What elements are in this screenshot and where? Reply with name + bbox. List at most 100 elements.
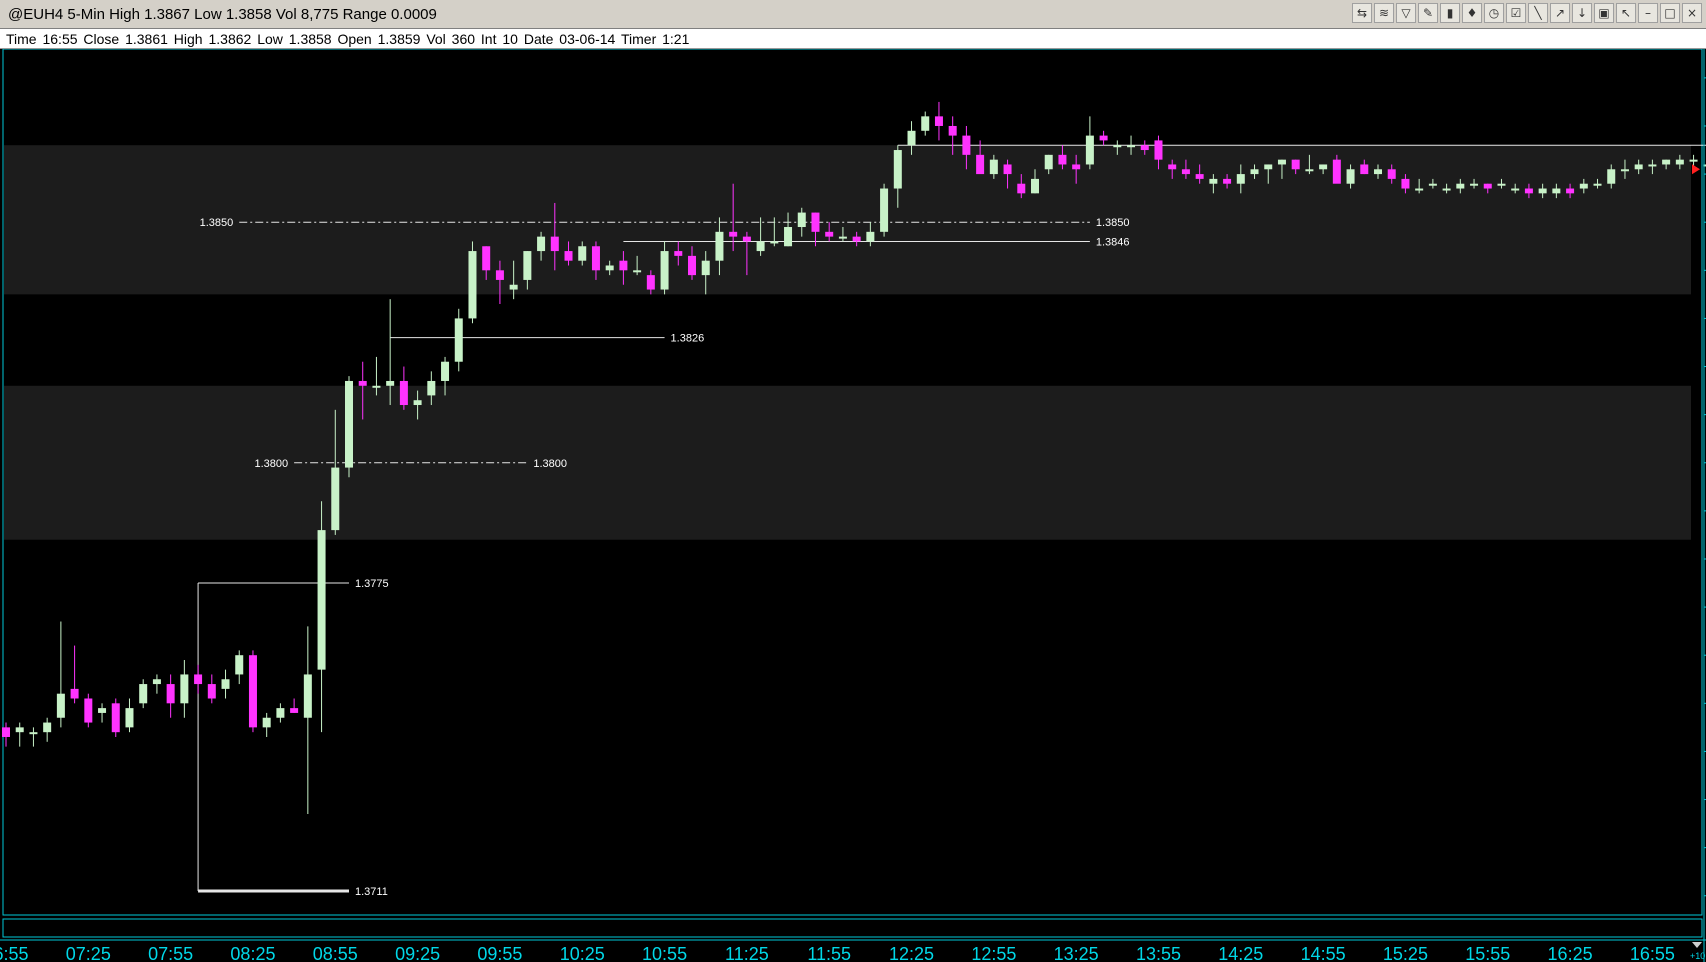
candle-body[interactable] (907, 130, 916, 146)
candle-body[interactable] (976, 154, 985, 175)
candle-body[interactable] (688, 255, 696, 276)
candle-body[interactable] (866, 231, 875, 242)
maximize-icon[interactable]: □ (1660, 3, 1680, 23)
candle-body[interactable] (1662, 159, 1671, 165)
candle-body[interactable] (633, 270, 642, 273)
candle-body[interactable] (811, 212, 820, 232)
cursor-icon[interactable]: ↖ (1616, 3, 1636, 23)
candle-body[interactable] (248, 655, 257, 728)
candle-body[interactable] (797, 212, 806, 228)
candle-body[interactable] (1401, 178, 1410, 189)
candle-body[interactable] (1511, 188, 1520, 191)
candle-body[interactable] (56, 693, 65, 718)
candle-body[interactable] (1607, 169, 1616, 184)
candle-body[interactable] (852, 236, 861, 242)
candle-body[interactable] (550, 236, 559, 252)
down-arrow-icon[interactable]: ↓ (1572, 3, 1592, 23)
candle-body[interactable] (523, 251, 532, 280)
candle-body[interactable] (674, 251, 683, 256)
checklist-icon[interactable]: ☑ (1506, 3, 1526, 23)
candle-body[interactable] (1017, 183, 1026, 194)
drawing-icon[interactable]: ≋ (1374, 3, 1394, 23)
candle-body[interactable] (1456, 183, 1465, 189)
candle-body[interactable] (1360, 164, 1369, 175)
candle-body[interactable] (509, 284, 518, 290)
candle-body[interactable] (125, 708, 134, 728)
pencil-icon[interactable]: ✎ (1418, 3, 1438, 23)
candle-body[interactable] (770, 241, 779, 244)
candle-body[interactable] (413, 400, 422, 406)
candle-body[interactable] (180, 674, 189, 704)
candle-body[interactable] (276, 708, 285, 718)
candle-body[interactable] (2, 727, 10, 737)
candle-body[interactable] (1223, 178, 1232, 184)
candle-body[interactable] (15, 727, 24, 733)
candle-body[interactable] (1058, 154, 1067, 165)
candle-body[interactable] (1072, 164, 1081, 170)
candle-body[interactable] (1483, 183, 1492, 189)
candle-body[interactable] (1332, 159, 1341, 184)
candle-body[interactable] (1154, 140, 1163, 160)
candle-body[interactable] (427, 380, 436, 396)
candle-body[interactable] (482, 246, 491, 271)
candle-body[interactable] (166, 684, 175, 704)
candle-body[interactable] (1374, 169, 1382, 175)
candle-body[interactable] (578, 246, 587, 261)
candlestick-icon[interactable]: ♦ (1462, 3, 1482, 23)
candle-body[interactable] (1634, 164, 1643, 170)
candle-body[interactable] (441, 361, 450, 381)
line-icon[interactable]: ╲ (1528, 3, 1548, 23)
candle-body[interactable] (331, 467, 340, 531)
candle-body[interactable] (701, 260, 710, 276)
candle-body[interactable] (1442, 188, 1451, 191)
candle-body[interactable] (921, 116, 930, 131)
candle-body[interactable] (1648, 164, 1657, 167)
candle-body[interactable] (262, 717, 271, 728)
candle-body[interactable] (605, 265, 614, 271)
candle-body[interactable] (399, 380, 408, 406)
candle-body[interactable] (1127, 145, 1136, 148)
candle-body[interactable] (660, 251, 669, 290)
candle-body[interactable] (70, 688, 79, 699)
candle-body[interactable] (98, 708, 107, 713)
candle-body[interactable] (1209, 178, 1218, 184)
candle-body[interactable] (893, 150, 902, 189)
close-icon[interactable]: × (1682, 3, 1702, 23)
candle-body[interactable] (715, 231, 724, 261)
candle-body[interactable] (1264, 164, 1273, 170)
candle-body[interactable] (207, 684, 216, 699)
candle-body[interactable] (729, 231, 738, 237)
candle-body[interactable] (646, 275, 655, 290)
candle-body[interactable] (619, 260, 628, 271)
candle-body[interactable] (345, 380, 353, 468)
candle-body[interactable] (564, 251, 573, 261)
candle-body[interactable] (1195, 174, 1204, 179)
candle-body[interactable] (1113, 145, 1122, 148)
candle-body[interactable] (591, 246, 600, 271)
candle-body[interactable] (1181, 169, 1190, 175)
candle-body[interactable] (1415, 188, 1424, 191)
candle-body[interactable] (372, 385, 381, 388)
candle-body[interactable] (1497, 183, 1506, 186)
candle-body[interactable] (1675, 159, 1684, 165)
candle-body[interactable] (756, 241, 765, 252)
candle-body[interactable] (1044, 154, 1053, 170)
clock-icon[interactable]: ◷ (1484, 3, 1504, 23)
candle-body[interactable] (84, 698, 93, 723)
candle-body[interactable] (1140, 145, 1149, 151)
candle-body[interactable] (1236, 174, 1245, 184)
candle-body[interactable] (303, 674, 312, 718)
trend-icon[interactable]: ↗ (1550, 3, 1570, 23)
candle-body[interactable] (29, 732, 38, 735)
candle-body[interactable] (1689, 159, 1698, 162)
candle-body[interactable] (1552, 188, 1561, 194)
candle-body[interactable] (934, 116, 943, 126)
candle-body[interactable] (495, 270, 504, 280)
candle-body[interactable] (989, 159, 998, 175)
candle-body[interactable] (1319, 164, 1328, 170)
candle-body[interactable] (825, 231, 834, 237)
candle-body[interactable] (537, 236, 546, 252)
candle-body[interactable] (290, 708, 299, 713)
candle-body[interactable] (962, 135, 971, 155)
candle-body[interactable] (1387, 169, 1396, 179)
